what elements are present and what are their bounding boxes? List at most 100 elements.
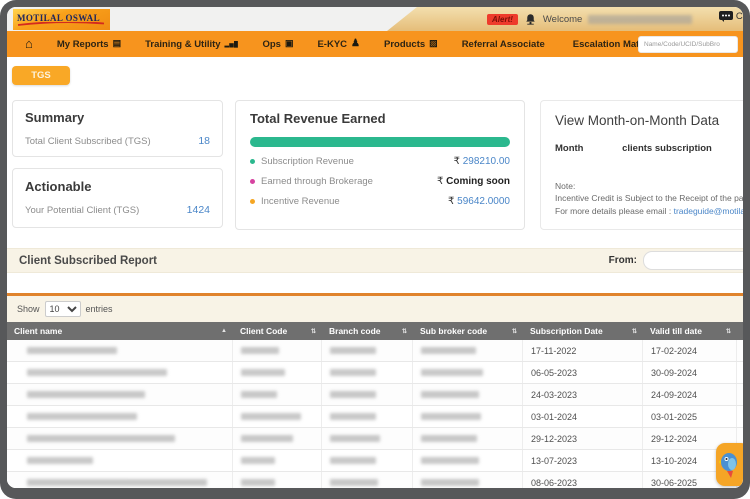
- incentive-revenue-value[interactable]: 59642.0000: [457, 196, 510, 207]
- support-email-link[interactable]: tradeguide@motila: [674, 206, 743, 216]
- redacted-sub-broker-code: [421, 457, 479, 464]
- client-name-cell: [7, 428, 233, 449]
- nav-item[interactable]: Training & Utility: [145, 39, 238, 50]
- valid-till-date-cell: 24-09-2024: [643, 384, 737, 405]
- nav-item[interactable]: E-KYC: [317, 39, 360, 50]
- summary-metric-label: Total Client Subscribed (TGS): [25, 136, 151, 147]
- brand-logo[interactable]: Motilal Oswal: [13, 9, 110, 30]
- mascot-icon: [719, 450, 741, 480]
- rupee-symbol: ₹: [454, 156, 460, 167]
- support-mascot-button[interactable]: [716, 443, 743, 486]
- subscription-date-cell: 06-05-2023: [523, 362, 643, 383]
- training-icon: [225, 39, 239, 49]
- column-label: Subscription Date: [530, 326, 603, 336]
- sort-icon[interactable]: ⇅: [402, 328, 406, 335]
- branch-code-cell: [322, 384, 413, 405]
- sort-icon[interactable]: ⇅: [512, 328, 516, 335]
- mom-col-revenue: Subscription Revenue: [717, 143, 743, 168]
- client-name-cell: [7, 450, 233, 471]
- table-body: 17-11-2022 17-02-2024 2 06-05-2023 30-09…: [7, 340, 743, 488]
- tgs-tab[interactable]: TGS: [12, 66, 70, 85]
- client-code-cell: [233, 362, 322, 383]
- column-header[interactable]: P: [737, 322, 743, 340]
- client-subscribed-table: Client name ▲ Client Code ⇅ Branch code …: [7, 322, 743, 488]
- nav-item[interactable]: Referral Associate: [462, 39, 549, 50]
- actionable-metric-label: Your Potential Client (TGS): [25, 205, 139, 216]
- nav-item-label: Products: [384, 39, 425, 50]
- revenue-title: Total Revenue Earned: [250, 111, 510, 126]
- topbar: Motilal Oswal Alert! Welcome Chat: [7, 7, 743, 31]
- mom-column-headers: Month clients subscription Subscription …: [555, 143, 743, 168]
- branch-code-cell: [322, 362, 413, 383]
- show-entries-bar: Show 10 entries: [7, 296, 743, 323]
- report-title: Client Subscribed Report: [19, 255, 157, 267]
- incentive-revenue-label: Incentive Revenue: [261, 196, 340, 207]
- column-header[interactable]: Valid till date ⇅: [643, 322, 737, 340]
- nav-item[interactable]: My Reports: [57, 39, 121, 50]
- partial-column-cell: 6: [737, 362, 743, 383]
- alert-badge[interactable]: Alert!: [487, 14, 518, 25]
- chat-button[interactable]: Chat: [719, 11, 743, 22]
- redacted-client-code: [241, 369, 285, 376]
- subscription-date-cell: 17-11-2022: [523, 340, 643, 361]
- subscription-revenue-row: Subscription Revenue ₹ 298210.00: [250, 156, 510, 167]
- table-row: 13-07-2023 13-10-2024: [7, 450, 743, 472]
- nav-item[interactable]: Ops: [262, 39, 293, 50]
- sort-icon[interactable]: ⇅: [632, 328, 636, 335]
- brokerage-revenue-label: Earned through Brokerage: [261, 176, 373, 187]
- nav-item-label: Ops: [262, 39, 280, 50]
- sort-icon[interactable]: ⇅: [311, 328, 315, 335]
- rupee-symbol: ₹: [448, 196, 454, 207]
- brokerage-revenue-row: Earned through Brokerage ₹ Coming soon: [250, 176, 510, 187]
- redacted-branch-code: [330, 347, 376, 354]
- column-header[interactable]: Client Code ⇅: [233, 322, 322, 340]
- redacted-client-name: [27, 413, 137, 420]
- sub-broker-code-cell: [413, 406, 523, 427]
- client-code-cell: [233, 428, 322, 449]
- branch-code-cell: [322, 406, 413, 427]
- redacted-client-name: [27, 369, 167, 376]
- column-header[interactable]: Branch code ⇅: [322, 322, 413, 340]
- actionable-metric-value[interactable]: 1424: [187, 204, 210, 216]
- orange-dot-icon: [250, 199, 255, 204]
- report-section-header: Client Subscribed Report From:: [7, 248, 743, 273]
- summary-title: Summary: [25, 110, 210, 125]
- redacted-client-code: [241, 457, 275, 464]
- ekyc-icon: [351, 39, 360, 49]
- sort-icon[interactable]: ⇅: [726, 328, 730, 335]
- subscription-date-cell: 24-03-2023: [523, 384, 643, 405]
- bell-icon[interactable]: [524, 13, 537, 26]
- mom-col-month: Month: [555, 143, 617, 168]
- revenue-card: Total Revenue Earned Subscription Revenu…: [235, 100, 525, 230]
- redacted-client-name: [27, 435, 175, 442]
- subscription-revenue-value[interactable]: 298210.00: [463, 156, 510, 167]
- app-viewport: Motilal Oswal Alert! Welcome Chat: [7, 7, 743, 488]
- subscription-date-cell: 13-07-2023: [523, 450, 643, 471]
- table-row: 08-06-2023 30-06-2025: [7, 472, 743, 488]
- column-header[interactable]: Subscription Date ⇅: [523, 322, 643, 340]
- chat-icon: [719, 11, 733, 22]
- sort-icon[interactable]: ▲: [221, 328, 226, 334]
- main-nav: My Reports Training & Utility Ops E-KYC: [7, 31, 743, 57]
- from-date-group: From:: [609, 251, 743, 270]
- client-name-cell: [7, 362, 233, 383]
- chat-label: Chat: [736, 11, 743, 22]
- branch-code-cell: [322, 472, 413, 488]
- column-label: Branch code: [329, 326, 381, 336]
- mom-title: View Month-on-Month Data: [555, 113, 743, 128]
- green-dot-icon: [250, 159, 255, 164]
- nav-item[interactable]: [21, 37, 33, 51]
- sub-broker-code-cell: [413, 340, 523, 361]
- summary-metric-value[interactable]: 18: [198, 135, 210, 147]
- sub-broker-code-cell: [413, 362, 523, 383]
- page-size-select[interactable]: 10: [45, 301, 81, 317]
- from-date-input[interactable]: [643, 251, 743, 270]
- subscription-date-cell: 03-01-2024: [523, 406, 643, 427]
- column-header[interactable]: Client name ▲: [7, 322, 233, 340]
- table-row: 29-12-2023 29-12-2024 2: [7, 428, 743, 450]
- branch-code-cell: [322, 340, 413, 361]
- nav-item[interactable]: Products: [384, 39, 438, 50]
- column-header[interactable]: Sub broker code ⇅: [413, 322, 523, 340]
- table-row: 24-03-2023 24-09-2024 2: [7, 384, 743, 406]
- global-search-input[interactable]: [638, 36, 738, 53]
